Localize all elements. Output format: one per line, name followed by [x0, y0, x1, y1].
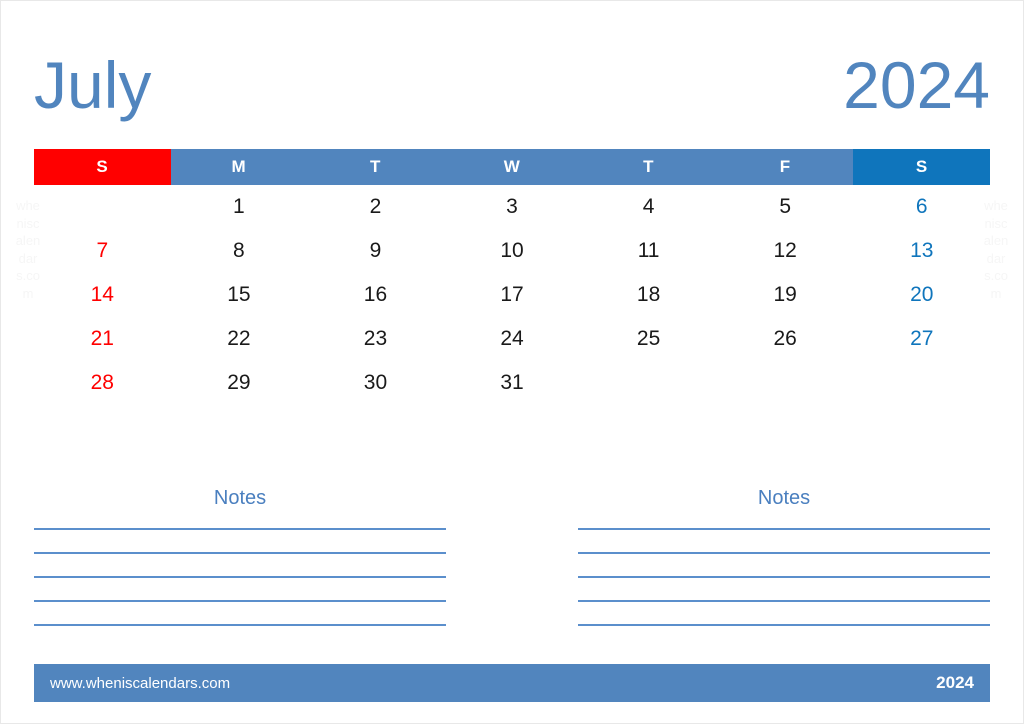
weekday-header-label: T [370, 157, 381, 176]
weekday-header-row: SMTWTFS [34, 149, 991, 185]
date-cell-empty [853, 361, 990, 405]
notes-area: Notes Notes [34, 488, 990, 643]
date-cell[interactable]: 31 [444, 361, 581, 405]
notes-lines-left [34, 528, 446, 626]
weekday-header-cell-0: S [34, 149, 171, 185]
date-cell[interactable]: 8 [171, 229, 308, 273]
date-cell[interactable]: 7 [34, 229, 171, 273]
date-cell[interactable]: 16 [307, 273, 444, 317]
notes-block-right: Notes [578, 488, 990, 643]
date-cell[interactable]: 14 [34, 273, 171, 317]
date-week-row: 21 22 23 24 25 26 27 [34, 317, 990, 361]
notes-rule-line[interactable] [34, 576, 446, 578]
date-cell-empty [580, 361, 717, 405]
notes-title-right: Notes [757, 487, 811, 509]
notes-rule-line[interactable] [34, 624, 446, 626]
date-week-row: 7 8 9 10 11 12 13 [34, 229, 990, 273]
notes-rule-line[interactable] [578, 624, 990, 626]
date-cell[interactable]: 25 [580, 317, 717, 361]
date-week-row: 28 29 30 31 [34, 361, 990, 405]
date-cell[interactable]: 4 [580, 185, 717, 229]
footer-year: 2024 [936, 673, 974, 692]
notes-block-left: Notes [34, 488, 446, 643]
date-cell[interactable]: 11 [580, 229, 717, 273]
date-cell[interactable]: 15 [171, 273, 308, 317]
date-cell[interactable]: 6 [853, 185, 990, 229]
month-title: July [34, 48, 152, 122]
weekday-header-label: M [231, 157, 247, 176]
date-cell[interactable]: 30 [307, 361, 444, 405]
date-cell[interactable]: 13 [853, 229, 990, 273]
notes-rule-line[interactable] [34, 600, 446, 602]
date-cell[interactable]: 17 [444, 273, 581, 317]
weekday-header-cell-4: T [580, 149, 717, 185]
date-cell-empty [717, 361, 854, 405]
date-cell[interactable]: 29 [171, 361, 308, 405]
date-cell[interactable]: 2 [307, 185, 444, 229]
notes-rule-line[interactable] [34, 528, 446, 530]
date-cell-empty [34, 185, 171, 229]
weekday-header-label: W [503, 157, 521, 176]
notes-rule-line[interactable] [578, 528, 990, 530]
date-cell[interactable]: 22 [171, 317, 308, 361]
date-cell[interactable]: 19 [717, 273, 854, 317]
weekday-header-cell-1: M [170, 149, 308, 185]
notes-rule-line[interactable] [578, 600, 990, 602]
date-grid: 1 2 3 4 5 6 7 8 9 10 11 12 13 14 15 16 17 18 19 20 21 22 23 24 2… [34, 185, 990, 405]
date-cell[interactable]: 5 [717, 185, 854, 229]
calendar-page: wheniscalendars.com wheniscalendars.com … [0, 0, 1024, 724]
notes-rule-line[interactable] [578, 552, 990, 554]
date-cell[interactable]: 23 [307, 317, 444, 361]
notes-lines-right [578, 528, 990, 626]
date-cell[interactable]: 24 [444, 317, 581, 361]
footer-bar: www.wheniscalendars.com 2024 [34, 664, 990, 702]
date-week-row: 14 15 16 17 18 19 20 [34, 273, 990, 317]
date-cell[interactable]: 21 [34, 317, 171, 361]
weekday-header-label: F [779, 157, 791, 176]
date-cell[interactable]: 1 [171, 185, 308, 229]
weekday-header-cell-6: S [853, 149, 991, 185]
notes-rule-line[interactable] [34, 552, 446, 554]
date-cell[interactable]: 12 [717, 229, 854, 273]
date-cell[interactable]: 9 [307, 229, 444, 273]
weekday-header-cell-3: W [443, 149, 581, 185]
date-cell[interactable]: 27 [853, 317, 990, 361]
date-cell[interactable]: 28 [34, 361, 171, 405]
calendar-title-row: July 2024 [34, 37, 990, 133]
date-cell[interactable]: 20 [853, 273, 990, 317]
footer-url[interactable]: www.wheniscalendars.com [50, 675, 230, 692]
weekday-header-cell-5: F [716, 149, 854, 185]
weekday-header-label: T [643, 157, 655, 176]
notes-rule-line[interactable] [578, 576, 990, 578]
date-cell[interactable]: 26 [717, 317, 854, 361]
date-week-row: 123456 [34, 185, 990, 229]
weekday-header-cell-2: T [307, 149, 444, 185]
date-cell[interactable]: 18 [580, 273, 717, 317]
date-cell[interactable]: 3 [444, 185, 581, 229]
weekday-header-label: S [915, 157, 928, 176]
notes-title-left: Notes [213, 487, 267, 509]
year-title: 2024 [843, 48, 990, 122]
date-cell[interactable]: 10 [444, 229, 581, 273]
weekday-header-label: S [96, 157, 109, 176]
